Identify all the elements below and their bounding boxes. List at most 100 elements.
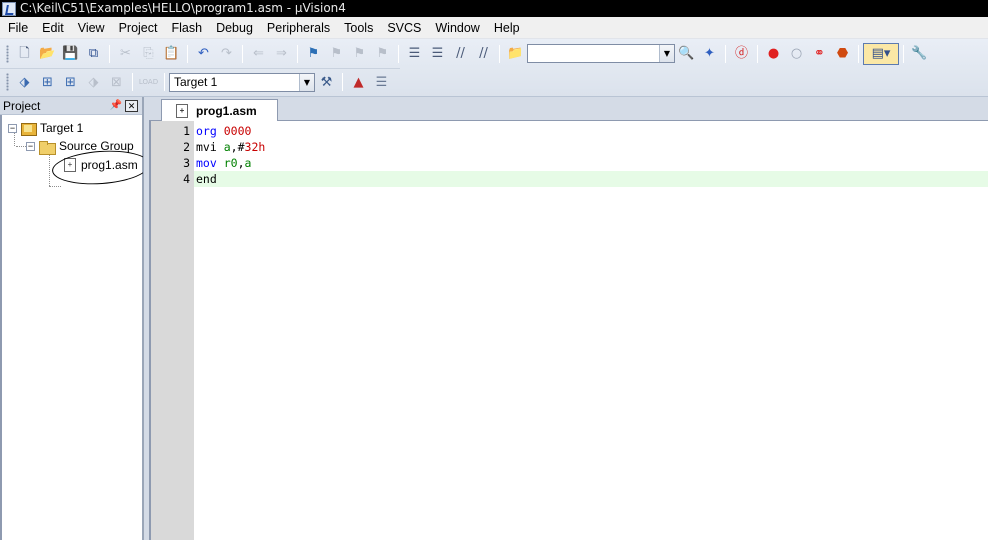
find-combo[interactable]: ▼ xyxy=(527,44,675,63)
toolbar-separator xyxy=(164,73,165,91)
indent-icon[interactable]: ☰ xyxy=(403,43,426,65)
undo-icon[interactable]: ↶ xyxy=(192,43,215,65)
find-in-files-icon[interactable]: 📁 xyxy=(504,43,527,65)
title-bar: C:\Keil\C51\Examples\HELLO\program1.asm … xyxy=(0,0,988,17)
code-token: mov xyxy=(196,156,217,170)
bookmark-toggle-icon[interactable]: ⚑ xyxy=(302,43,325,65)
code-token: ,# xyxy=(230,140,245,154)
line-number: 1 xyxy=(183,124,190,138)
code-token: end xyxy=(196,172,217,186)
uncomment-icon[interactable]: // xyxy=(472,43,495,65)
toolbar-grip[interactable] xyxy=(6,44,9,63)
toolbar-separator xyxy=(242,44,243,63)
copy-icon[interactable]: ⎘ xyxy=(137,43,160,65)
unindent-icon[interactable]: ☰ xyxy=(426,43,449,65)
code-line[interactable]: end xyxy=(194,171,988,187)
menu-window[interactable]: Window xyxy=(428,18,486,38)
start-debug-icon[interactable]: ⓓ xyxy=(730,43,753,65)
comment-icon[interactable]: // xyxy=(449,43,472,65)
code-token: a xyxy=(223,140,231,154)
kill-breakpoints-icon[interactable]: ⬣ xyxy=(831,43,854,65)
tree-item-target[interactable]: − Target 1 xyxy=(8,119,83,137)
pin-icon[interactable]: 📌 xyxy=(109,100,123,111)
toolbar-separator xyxy=(342,73,343,91)
toolbar-separator xyxy=(132,73,133,91)
find-combo-value xyxy=(528,45,659,62)
download-load-icon[interactable]: LOAD xyxy=(137,71,160,93)
target-select-value: Target 1 xyxy=(174,74,218,89)
toolbar-separator xyxy=(398,44,399,63)
target-select[interactable]: Target 1 ▼ xyxy=(169,72,315,92)
window-layout-icon[interactable]: ▤▾ xyxy=(863,42,899,65)
code-token: mvi xyxy=(196,140,217,154)
collapse-toggle[interactable]: − xyxy=(8,123,17,133)
stop-build-icon[interactable]: ⊠ xyxy=(105,71,128,93)
window-title: C:\Keil\C51\Examples\HELLO\program1.asm … xyxy=(20,1,346,15)
translate-icon[interactable]: ⬗ xyxy=(13,71,36,93)
collapse-toggle[interactable]: − xyxy=(26,141,35,151)
code-token: r0 xyxy=(223,156,238,170)
line-number: 3 xyxy=(183,156,190,170)
disable-breakpoints-icon[interactable]: ⚭ xyxy=(808,43,831,65)
code-token: a xyxy=(244,156,252,170)
batch-build-icon[interactable]: ⬗ xyxy=(82,71,105,93)
open-folder-icon[interactable]: 📂 xyxy=(36,43,59,65)
find-icon[interactable]: 🔍 xyxy=(675,43,698,65)
toolbar-separator xyxy=(757,44,758,63)
manage-components-icon[interactable]: ▲ xyxy=(347,71,370,93)
code-line[interactable]: mvi a,#32h xyxy=(194,139,988,155)
insert-breakpoint-icon[interactable]: ● xyxy=(762,43,785,65)
save-icon[interactable]: 💾 xyxy=(59,43,82,65)
configure-wrench-icon[interactable]: 🔧 xyxy=(908,43,931,65)
tree-item-target-label: Target 1 xyxy=(40,121,84,135)
tree-connector xyxy=(49,186,61,187)
menu-debug[interactable]: Debug xyxy=(209,18,260,38)
code-token: 32h xyxy=(244,140,266,154)
new-file-icon[interactable]: 🗋 xyxy=(13,43,36,65)
menu-peripherals[interactable]: Peripherals xyxy=(260,18,337,38)
code-token: , xyxy=(237,156,245,170)
navigate-back-icon[interactable]: ⇐ xyxy=(247,43,270,65)
line-number: 2 xyxy=(183,140,190,154)
build-icon[interactable]: ⊞ xyxy=(36,71,59,93)
target-options-icon[interactable]: ⚒ xyxy=(315,71,338,93)
paste-icon[interactable]: 📋 xyxy=(160,43,183,65)
menu-project[interactable]: Project xyxy=(112,18,165,38)
tab-prog1-asm[interactable]: + prog1.asm xyxy=(161,99,278,121)
navigate-forward-icon[interactable]: ⇒ xyxy=(270,43,293,65)
menu-flash[interactable]: Flash xyxy=(164,18,209,38)
bookmark-clear-icon[interactable]: ⚑ xyxy=(371,43,394,65)
enable-breakpoint-icon[interactable]: ○ xyxy=(785,43,808,65)
menu-edit[interactable]: Edit xyxy=(35,18,71,38)
code-line[interactable]: mov r0,a xyxy=(194,155,988,171)
menu-svcs[interactable]: SVCS xyxy=(380,18,428,38)
save-all-icon[interactable]: ⧉ xyxy=(82,43,105,65)
build-toolbar: ⬗ ⊞ ⊞ ⬗ ⊠ LOAD Target 1 ▼ ⚒ ▲ ☰ xyxy=(0,68,400,95)
rebuild-icon[interactable]: ⊞ xyxy=(59,71,82,93)
asm-file-icon: + xyxy=(176,103,188,118)
tab-label: prog1.asm xyxy=(196,103,257,118)
code-editor[interactable]: 1 2 3 4 org 0000 mvi a,#32h mov r0,a end xyxy=(149,121,988,540)
menu-help[interactable]: Help xyxy=(487,18,527,38)
menu-view[interactable]: View xyxy=(71,18,112,38)
incremental-find-icon[interactable]: ✦ xyxy=(698,43,721,65)
toolbar-grip[interactable] xyxy=(6,73,9,91)
chevron-down-icon[interactable]: ▼ xyxy=(659,45,674,62)
line-number-gutter: 1 2 3 4 xyxy=(151,121,194,540)
menu-tools[interactable]: Tools xyxy=(337,18,380,38)
file-toolbar: 🗋 📂 💾 ⧉ ✂ ⎘ 📋 ↶ ↷ ⇐ ⇒ ⚑ ⚑ ⚑ ⚑ ☰ ☰ // // … xyxy=(0,40,950,67)
redo-icon[interactable]: ↷ xyxy=(215,43,238,65)
target-icon xyxy=(20,122,37,136)
toolbar-area: 🗋 📂 💾 ⧉ ✂ ⎘ 📋 ↶ ↷ ⇐ ⇒ ⚑ ⚑ ⚑ ⚑ ☰ ☰ // // … xyxy=(0,39,988,97)
toolbar-separator xyxy=(858,44,859,63)
bookmark-next-icon[interactable]: ⚑ xyxy=(348,43,371,65)
cut-icon[interactable]: ✂ xyxy=(114,43,137,65)
close-icon[interactable]: ✕ xyxy=(125,99,138,112)
code-line[interactable]: org 0000 xyxy=(194,123,988,139)
bookmark-previous-icon[interactable]: ⚑ xyxy=(325,43,348,65)
menu-file[interactable]: File xyxy=(1,18,35,38)
select-packs-icon[interactable]: ☰ xyxy=(370,71,393,93)
chevron-down-icon[interactable]: ▼ xyxy=(299,73,314,91)
